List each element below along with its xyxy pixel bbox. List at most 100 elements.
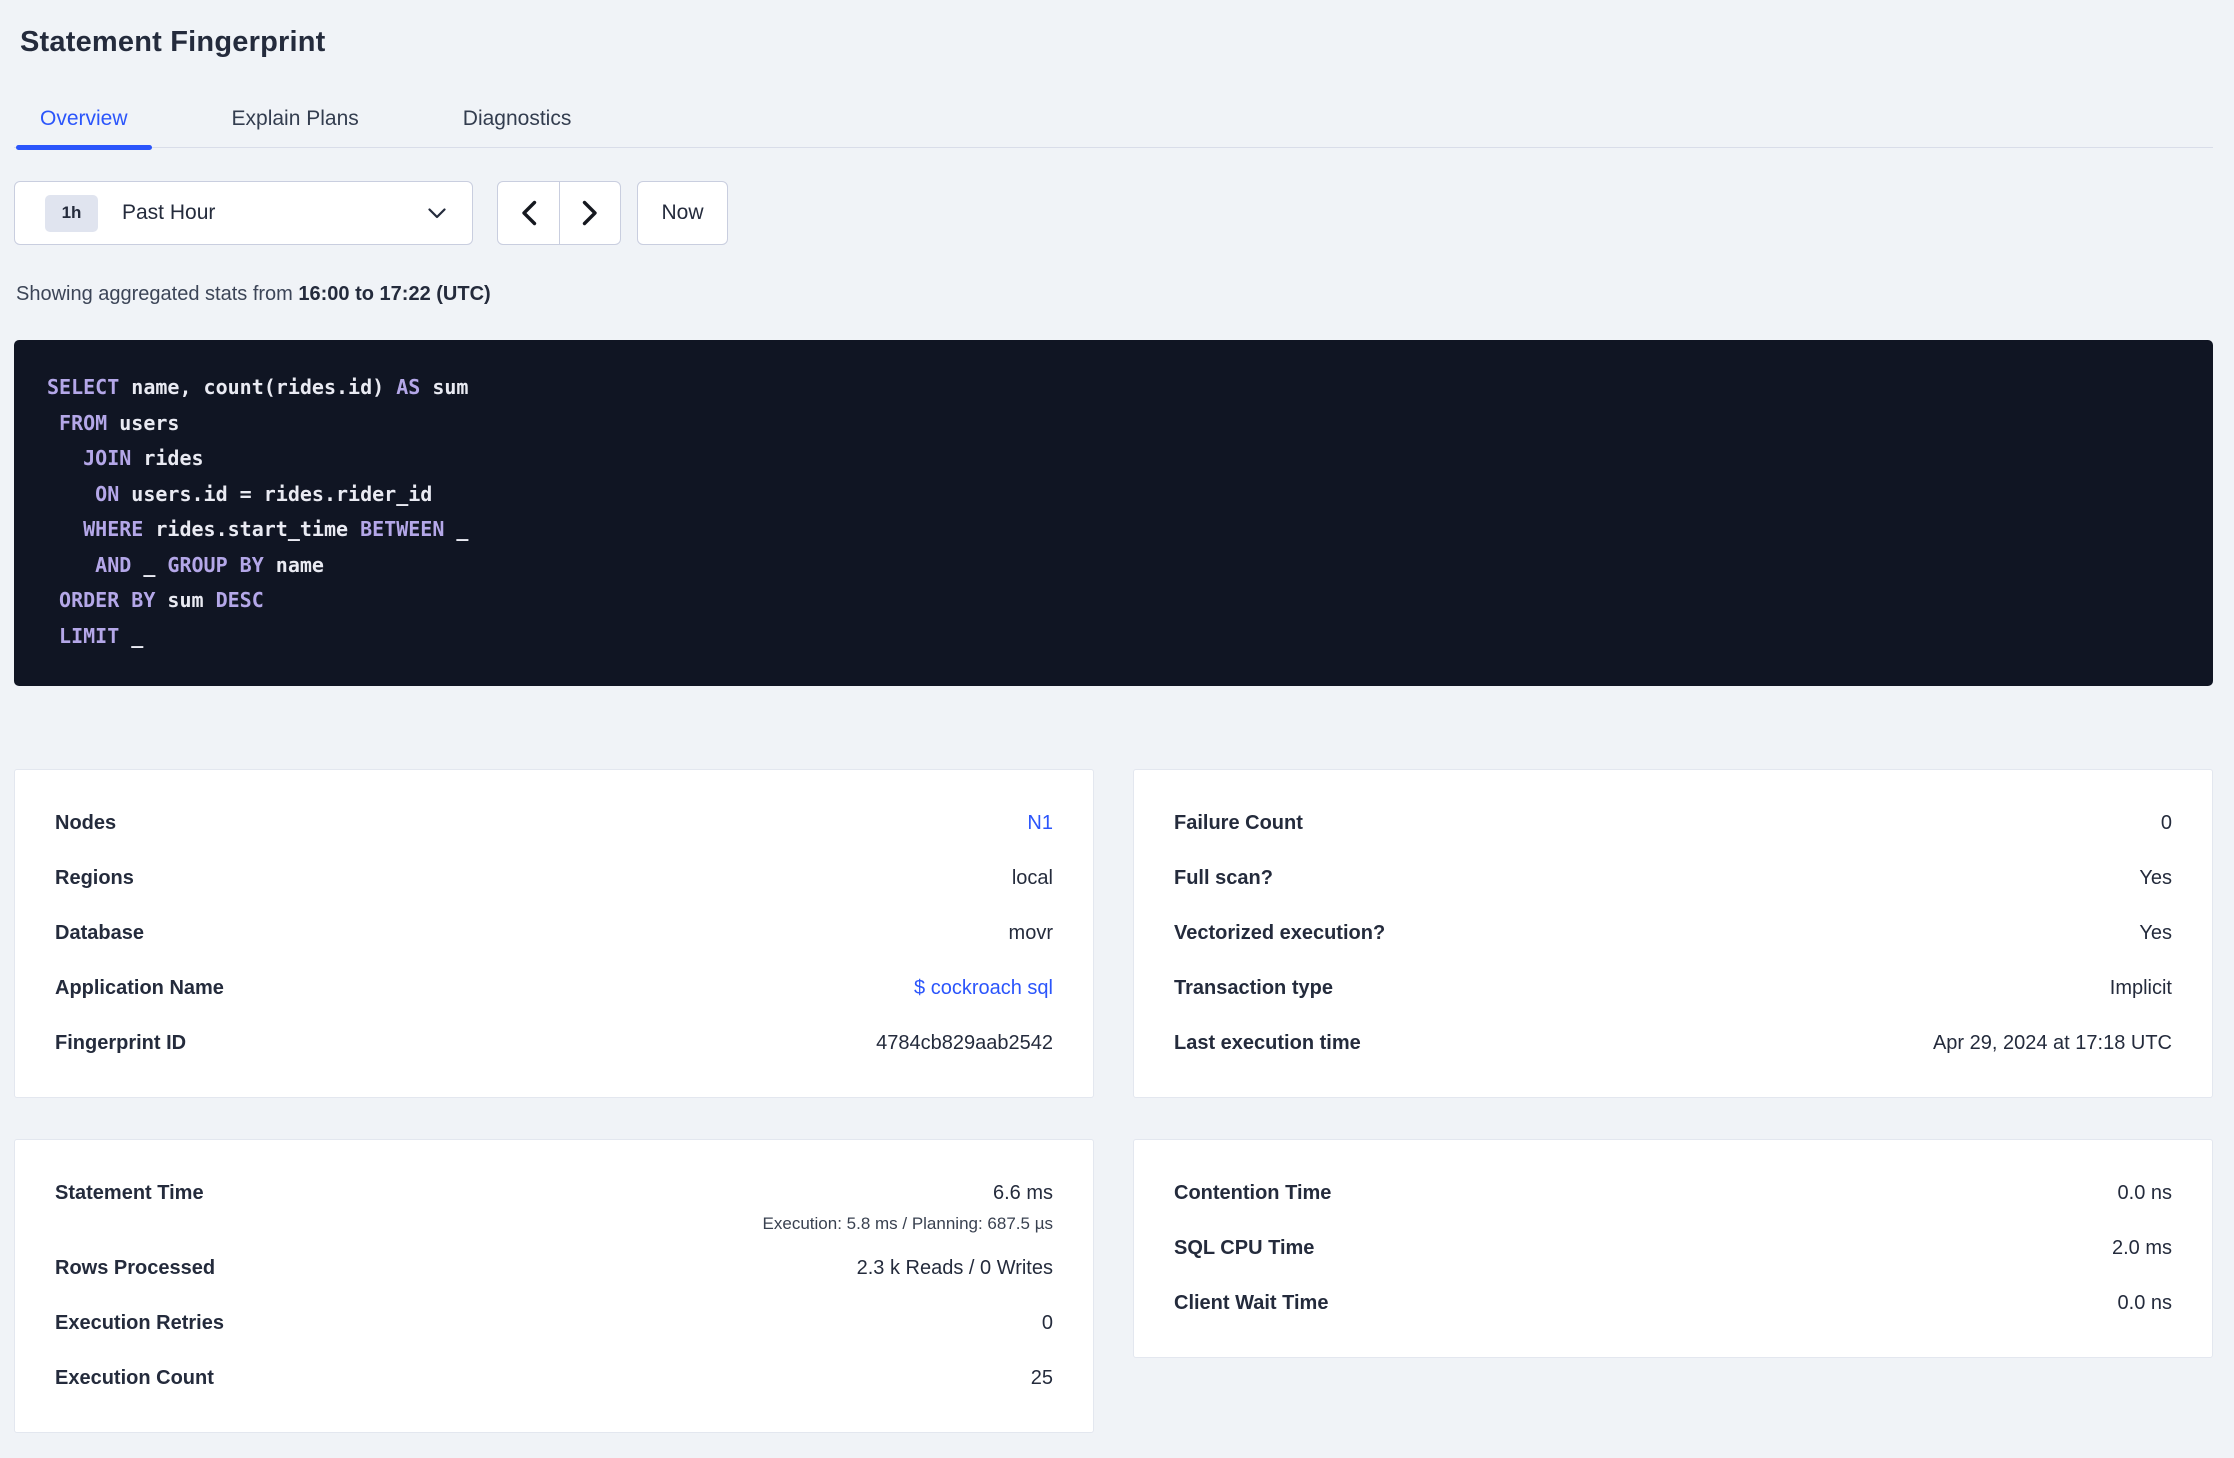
tab-explain-plans[interactable]: Explain Plans <box>208 95 383 147</box>
tab-explain-plans-label: Explain Plans <box>231 107 359 130</box>
wait-timing-card: Contention Time 0.0 ns SQL CPU Time 2.0 ms C… <box>1133 1139 2213 1358</box>
sql-line: JOIN rides <box>47 441 2180 477</box>
sql-text: _ <box>119 623 144 648</box>
stat-row: Client Wait Time 0.0 ns <box>1174 1276 2172 1331</box>
stat-row: Regions local <box>55 851 1053 906</box>
sql-statement: SELECT name, count(rides.id) AS sum FROM… <box>47 370 2180 654</box>
sql-text: _ <box>131 552 168 577</box>
stat-value: Apr 29, 2024 at 17:18 UTC <box>1932 1032 2172 1054</box>
page-title: Statement Fingerprint <box>20 26 326 58</box>
sql-text: users <box>107 410 180 435</box>
next-time-button[interactable] <box>559 182 620 244</box>
stat-row: Failure Count 0 <box>1174 796 2172 851</box>
stat-value: 6.6 ms <box>992 1182 1053 1204</box>
time-step-controls <box>497 181 621 245</box>
stat-value: Yes <box>2139 922 2172 944</box>
time-interval-badge: 1h <box>45 194 98 232</box>
sql-keyword: WHERE <box>83 517 144 541</box>
chevron-left-icon <box>521 200 537 226</box>
stat-value: 0.0 ns <box>2117 1182 2172 1204</box>
sql-keyword: FROM <box>59 410 108 435</box>
sql-line: LIMIT _ <box>47 619 2180 655</box>
stat-row: Application Name $ cockroach sql <box>55 961 1053 1016</box>
stat-row: Statement Time 6.6 ms Execution: 5.8 ms / … <box>55 1166 1053 1235</box>
stat-value: movr <box>1008 922 1053 944</box>
sql-keyword: SELECT <box>47 375 120 399</box>
stat-row: Fingerprint ID 4784cb829aab2542 <box>55 1016 1053 1071</box>
sql-text: rides.start_time <box>143 517 361 541</box>
tab-diagnostics[interactable]: Diagnostics <box>439 95 596 147</box>
sql-text: _ <box>444 517 469 541</box>
stat-label: Execution Retries <box>55 1312 224 1334</box>
sql-line: FROM users <box>47 406 2180 442</box>
tab-overview[interactable]: Overview <box>16 95 152 150</box>
time-controls: 1h Past Hour Now <box>14 181 2213 245</box>
sql-text: users.id = rides.rider_id <box>119 481 433 506</box>
stat-label: Client Wait Time <box>1174 1292 1329 1314</box>
now-button[interactable]: Now <box>637 181 728 245</box>
tab-diagnostics-label: Diagnostics <box>462 107 572 130</box>
execution-attributes-card: Failure Count 0 Full scan? Yes Vectorized ex… <box>1133 769 2213 1098</box>
sql-keyword: GROUP BY <box>167 552 264 577</box>
stat-value: 4784cb829aab2542 <box>876 1032 1053 1054</box>
statement-details-card: Nodes N1 Regions local Database movr Applicati… <box>14 769 1094 1098</box>
sql-text: rides <box>131 446 204 470</box>
stat-value-link[interactable]: N1 <box>1027 812 1053 835</box>
stat-row: Last execution time Apr 29, 2024 at 17:18… <box>1174 1016 2172 1071</box>
previous-time-button[interactable] <box>498 182 559 244</box>
stat-value: Yes <box>2139 867 2172 889</box>
stat-value: 2.0 ms <box>2111 1237 2172 1259</box>
stat-row: Execution Retries 0 <box>55 1296 1053 1351</box>
stat-label: Application Name <box>55 977 224 999</box>
stat-label: Statement Time <box>55 1182 204 1204</box>
time-range-dropdown[interactable]: 1h Past Hour <box>14 181 473 245</box>
stat-value: Implicit <box>2109 977 2172 999</box>
time-range-label: Past Hour <box>122 201 216 224</box>
stat-row: Transaction type Implicit <box>1174 961 2172 1016</box>
stat-value: 25 <box>1030 1367 1053 1389</box>
stat-value: 0 <box>1041 1312 1053 1334</box>
sql-statement-box: SELECT name, count(rides.id) AS sum FROM… <box>14 340 2213 686</box>
sql-line: WHERE rides.start_time BETWEEN _ <box>47 512 2180 548</box>
timing-cards-row: Statement Time 6.6 ms Execution: 5.8 ms / … <box>14 1139 2213 1433</box>
stat-row: Nodes N1 <box>55 796 1053 851</box>
stat-label: Execution Count <box>55 1367 214 1389</box>
stat-value: 0.0 ns <box>2117 1292 2172 1314</box>
aggregated-stats-summary: Showing aggregated stats from 16:00 to 1… <box>16 281 2213 307</box>
sql-keyword: AS <box>396 375 421 399</box>
stat-label: Last execution time <box>1174 1032 1361 1054</box>
stat-label: Nodes <box>55 812 117 834</box>
stat-label: Database <box>55 922 144 944</box>
stat-value: local <box>1011 867 1053 889</box>
stat-label: Regions <box>55 867 134 889</box>
stat-value: 2.3 k Reads / 0 Writes <box>856 1257 1053 1279</box>
sql-line: SELECT name, count(rides.id) AS sum <box>47 370 2180 406</box>
statement-timing-card: Statement Time 6.6 ms Execution: 5.8 ms / … <box>14 1139 1094 1433</box>
aggregated-stats-prefix: Showing aggregated stats from <box>16 283 299 305</box>
stat-row: Execution Count 25 <box>55 1351 1053 1406</box>
sql-line: ORDER BY sum DESC <box>47 583 2180 619</box>
tab-overview-label: Overview <box>40 107 128 130</box>
stat-label: Transaction type <box>1174 977 1333 999</box>
aggregated-stats-range: 16:00 to 17:22 (UTC) <box>298 283 491 305</box>
sql-keyword: ON <box>95 481 120 506</box>
stat-value-link[interactable]: $ cockroach sql <box>914 977 1053 1000</box>
overview-cards-row: Nodes N1 Regions local Database movr Applicati… <box>14 769 2213 1098</box>
sql-line: ON users.id = rides.rider_id <box>47 477 2180 513</box>
stat-row: Vectorized execution? Yes <box>1174 906 2172 961</box>
stat-label: Full scan? <box>1174 867 1273 889</box>
stat-row: Contention Time 0.0 ns <box>1174 1166 2172 1221</box>
sql-keyword: JOIN <box>83 446 132 470</box>
sql-line: AND _ GROUP BY name <box>47 548 2180 584</box>
stat-label: Failure Count <box>1174 812 1303 834</box>
sql-text: sum <box>420 375 469 399</box>
stat-label: Fingerprint ID <box>55 1032 187 1054</box>
sql-text: name <box>263 552 324 577</box>
stat-row: Rows Processed 2.3 k Reads / 0 Writes <box>55 1241 1053 1296</box>
stat-value: 0 <box>2160 812 2172 834</box>
